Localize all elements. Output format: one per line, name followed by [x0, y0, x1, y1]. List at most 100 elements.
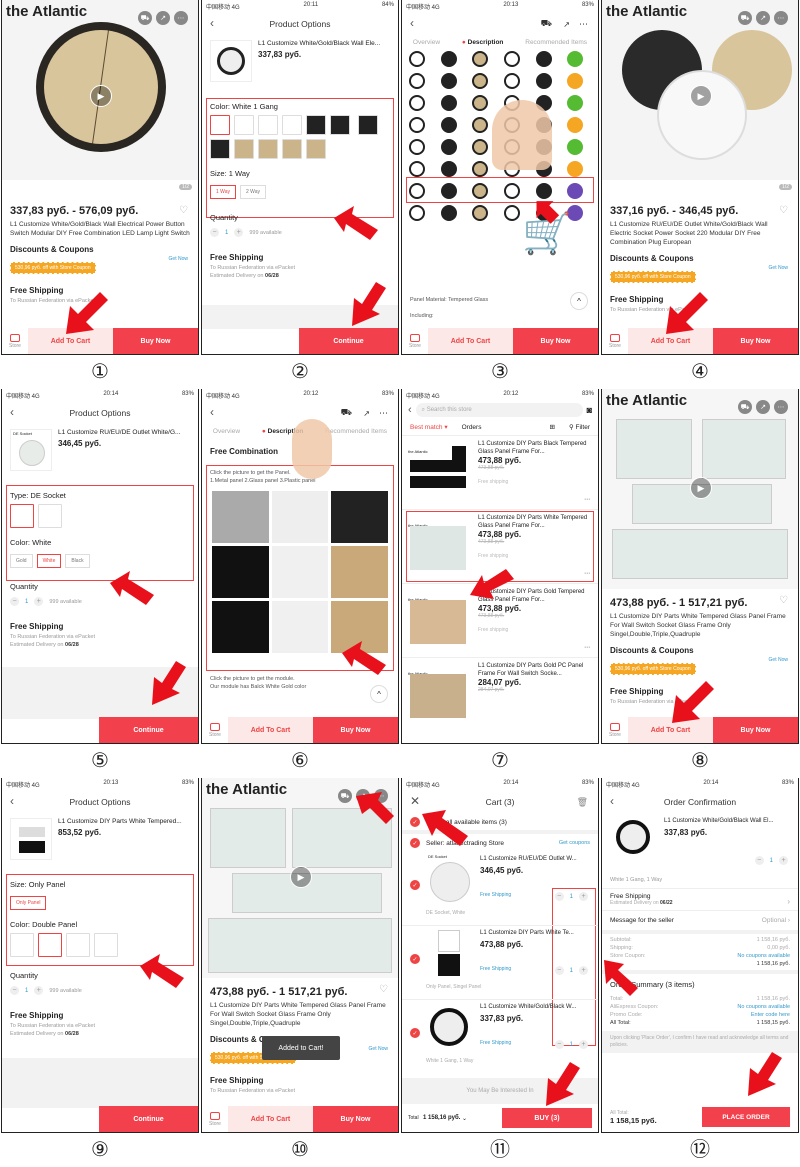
store-button[interactable]: Store: [402, 328, 428, 354]
cart-icon[interactable]: ⛟: [738, 400, 752, 414]
get-now-link[interactable]: Get Now: [769, 265, 788, 271]
quantity-value[interactable]: 1: [570, 1042, 573, 1048]
size-option[interactable]: Only Panel: [10, 896, 47, 910]
back-icon[interactable]: ‹: [210, 405, 214, 419]
panel-option[interactable]: [331, 491, 388, 543]
color-option[interactable]: [210, 115, 230, 135]
color-option[interactable]: [282, 115, 302, 135]
checkbox-checked[interactable]: ✓: [410, 838, 420, 848]
play-icon[interactable]: ▶: [690, 477, 712, 499]
plus-button[interactable]: +: [234, 228, 244, 237]
camera-icon[interactable]: ◙: [587, 405, 592, 415]
cart-icon[interactable]: ⛟: [341, 407, 352, 419]
color-option[interactable]: [234, 139, 254, 159]
more-icon[interactable]: ⋯: [584, 496, 590, 503]
quantity-value[interactable]: 1: [25, 988, 28, 994]
color-option[interactable]: [358, 115, 379, 135]
size-option[interactable]: 2 Way: [239, 185, 266, 199]
grid-view-icon[interactable]: ⊞: [550, 423, 555, 431]
color-option[interactable]: [306, 115, 326, 135]
free-shipping-heading[interactable]: Free Shipping: [202, 1072, 398, 1087]
color-option[interactable]: [330, 115, 350, 135]
continue-button[interactable]: Continue: [299, 328, 398, 354]
buy-now-button[interactable]: Buy Now: [713, 328, 798, 354]
minus-button[interactable]: −: [554, 1040, 564, 1049]
get-now-link[interactable]: Get Now: [169, 256, 188, 262]
color-option[interactable]: [258, 139, 278, 159]
panel-option[interactable]: [212, 491, 269, 543]
color-option[interactable]: Black: [65, 554, 90, 568]
panel-option[interactable]: [331, 546, 388, 598]
play-icon[interactable]: ▶: [290, 866, 312, 888]
tab-overview[interactable]: Overview: [213, 428, 240, 435]
cart-icon[interactable]: ⛟: [738, 11, 752, 25]
close-icon[interactable]: ✕: [410, 794, 420, 808]
cart-icon[interactable]: ⛟: [338, 789, 352, 803]
scroll-top-button[interactable]: ^: [370, 685, 388, 703]
item-thumb[interactable]: [430, 862, 470, 902]
color-option[interactable]: White: [36, 554, 62, 568]
plus-button[interactable]: +: [579, 1040, 588, 1049]
checkbox-checked[interactable]: ✓: [410, 880, 420, 890]
tab-overview[interactable]: Overview: [413, 39, 440, 46]
scroll-top-button[interactable]: ^: [570, 292, 588, 310]
share-icon[interactable]: ↗: [563, 20, 570, 29]
get-now-link[interactable]: Get Now: [369, 1046, 388, 1052]
store-button[interactable]: Store: [602, 717, 628, 743]
tab-description[interactable]: ● Description: [462, 39, 504, 46]
search-input[interactable]: ⌕ Search this store: [415, 403, 583, 417]
plus-button[interactable]: +: [34, 597, 44, 606]
color-option[interactable]: [94, 933, 118, 957]
item-thumb[interactable]: [430, 1008, 468, 1046]
free-shipping-heading[interactable]: Free Shipping: [2, 618, 198, 633]
buy-button[interactable]: BUY (3): [502, 1108, 592, 1128]
list-item[interactable]: the Atlantic L1 Customize DIY Parts Gold…: [402, 658, 598, 718]
play-icon[interactable]: ▶: [690, 85, 712, 107]
plus-button[interactable]: +: [579, 966, 588, 975]
checkbox-checked[interactable]: ✓: [410, 817, 420, 827]
tab-recommended[interactable]: Recommended Items: [325, 428, 387, 435]
chevron-down-icon[interactable]: ⌄: [460, 1115, 467, 1122]
store-coupon[interactable]: 530,96 руб. off with Store Coupon: [610, 663, 696, 675]
get-now-link[interactable]: Get Now: [769, 657, 788, 663]
back-icon[interactable]: ‹: [408, 404, 412, 416]
wishlist-icon[interactable]: ♡: [179, 205, 188, 216]
type-option[interactable]: [38, 504, 62, 528]
back-icon[interactable]: ‹: [10, 405, 14, 419]
color-option[interactable]: [210, 139, 230, 159]
play-icon[interactable]: ▶: [90, 85, 112, 107]
color-option[interactable]: [10, 933, 34, 957]
more-icon[interactable]: ⋯: [579, 19, 588, 30]
add-to-cart-button[interactable]: Add To Cart: [428, 328, 513, 354]
add-to-cart-button[interactable]: Add To Cart: [228, 717, 313, 743]
checkbox-checked[interactable]: ✓: [410, 954, 420, 964]
get-coupons-link[interactable]: Get coupons: [559, 840, 590, 846]
item-thumb[interactable]: [438, 930, 460, 952]
minus-button[interactable]: −: [10, 597, 19, 606]
more-icon[interactable]: ⋯: [584, 570, 590, 577]
list-item[interactable]: the Atlantic L1 Customize DIY Parts Blac…: [402, 436, 598, 510]
more-icon[interactable]: ⋯: [584, 644, 590, 651]
type-option[interactable]: [10, 504, 34, 528]
add-to-cart-button[interactable]: Add To Cart: [228, 1106, 313, 1132]
color-option[interactable]: [258, 115, 278, 135]
quantity-value[interactable]: 1: [225, 230, 228, 236]
checkbox-checked[interactable]: ✓: [410, 1028, 420, 1038]
buy-now-button[interactable]: Buy Now: [313, 1106, 398, 1132]
size-option[interactable]: 1 Way: [210, 185, 236, 199]
sort-dropdown[interactable]: Best match ▾: [410, 423, 448, 431]
item-title[interactable]: L1 Customize RU/EU/DE Outlet W...: [480, 856, 577, 862]
share-icon[interactable]: ↗: [363, 409, 370, 418]
seller-message-row[interactable]: Message for the seller Optional ›: [602, 911, 798, 934]
cart-icon[interactable]: ⛟: [541, 18, 552, 30]
quantity-value[interactable]: 1: [570, 894, 573, 900]
panel-option[interactable]: [212, 601, 269, 653]
store-button[interactable]: Store: [202, 717, 228, 743]
back-icon[interactable]: ‹: [610, 794, 614, 808]
more-icon[interactable]: ⋯: [774, 400, 788, 414]
panel-option[interactable]: [212, 546, 269, 598]
buy-now-button[interactable]: Buy Now: [513, 328, 598, 354]
more-icon[interactable]: ⋯: [174, 11, 188, 25]
buy-now-button[interactable]: Buy Now: [713, 717, 798, 743]
color-option[interactable]: [282, 139, 302, 159]
